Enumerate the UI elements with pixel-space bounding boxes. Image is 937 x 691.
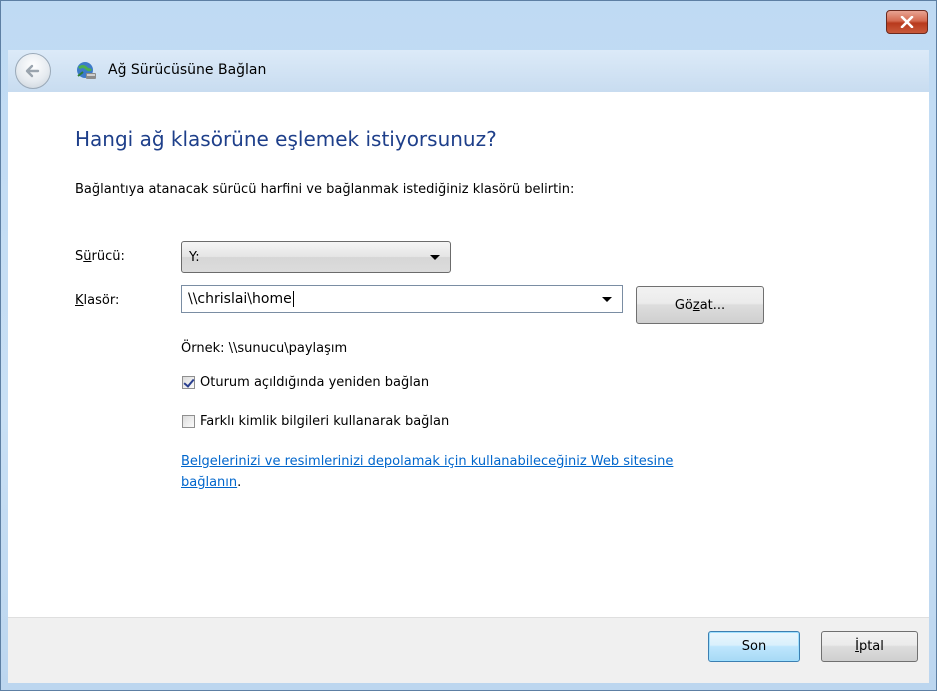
back-arrow-icon [25, 64, 40, 78]
credentials-option[interactable]: Farklı kimlik bilgileri kullanarak bağla… [182, 414, 449, 429]
folder-dropdown-arrow-icon[interactable] [602, 296, 612, 302]
browse-button[interactable]: Gö z at... [636, 286, 764, 324]
reconnect-checkbox[interactable] [182, 376, 195, 389]
credentials-checkbox[interactable] [182, 415, 195, 428]
drive-label: Sürücü: [75, 249, 125, 264]
back-button[interactable] [15, 53, 51, 89]
website-link-block: Belgelerinizi ve resimlerinizi depolamak… [181, 454, 674, 490]
drive-select[interactable]: Y: [181, 241, 451, 273]
folder-input[interactable]: \\chrislai\home [188, 291, 602, 307]
content-area [8, 92, 929, 617]
folder-label: Klasör: [75, 293, 120, 308]
credentials-label: Farklı kimlik bilgileri kullanarak bağla… [200, 414, 450, 429]
window-title: Ağ Sürücüsüne Bağlan [108, 62, 267, 78]
page-heading: Hangi ağ klasörüne eşlemek istiyorsunuz? [75, 127, 497, 151]
folder-combobox[interactable]: \\chrislai\home [181, 285, 623, 313]
drive-select-value: Y: [189, 249, 200, 265]
close-button[interactable] [886, 10, 928, 34]
website-link[interactable]: Belgelerinizi ve resimlerinizi depolamak… [181, 454, 673, 469]
reconnect-label: Oturum açıldığında yeniden bağlan [200, 375, 430, 390]
dropdown-arrow-icon [430, 254, 440, 260]
cancel-button[interactable]: İptal [821, 631, 918, 662]
finish-button[interactable]: Son [708, 631, 800, 662]
website-link-continued[interactable]: bağlanın [181, 475, 237, 490]
reconnect-option[interactable]: Oturum açıldığında yeniden bağlan [182, 375, 429, 390]
example-path: Örnek: \\sunucu\paylaşım [181, 341, 348, 356]
instruction-text: Bağlantıya atanacak sürücü harfini ve ba… [75, 182, 575, 197]
close-x-icon [900, 16, 914, 28]
network-drive-icon [77, 62, 96, 79]
